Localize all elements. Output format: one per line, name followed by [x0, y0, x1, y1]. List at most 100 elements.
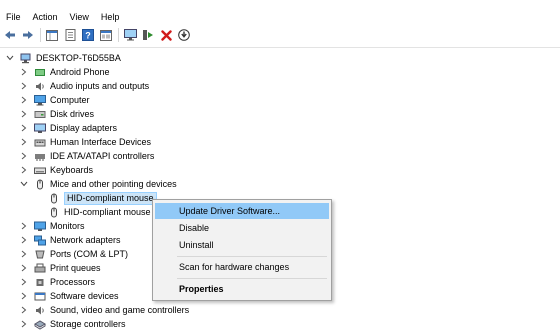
chevron-right-icon[interactable] [20, 110, 28, 118]
chevron-right-icon[interactable] [20, 320, 28, 328]
tree-item-label: Processors [50, 277, 96, 287]
update-driver-download-icon[interactable] [177, 28, 191, 42]
menu-bar: File Action View Help [0, 8, 560, 26]
monitor-icon [34, 221, 46, 232]
context-menu: Update Driver Software... Disable Uninst… [152, 199, 332, 301]
tree-item-selected[interactable]: HID-compliant mouse [48, 191, 157, 205]
keyboard-icon [34, 165, 46, 176]
mouse-icon [48, 193, 60, 204]
processor-icon [34, 277, 46, 288]
tree-item-label: Human Interface Devices [50, 137, 152, 147]
chevron-right-icon[interactable] [20, 250, 28, 258]
tree-root[interactable]: DESKTOP-T6D55BA [6, 51, 121, 65]
tree-item[interactable]: Network adapters [20, 233, 121, 247]
tree-item-label: Sound, video and game controllers [50, 305, 190, 315]
tree-item-expanded[interactable]: Mice and other pointing devices [20, 177, 177, 191]
tree-item[interactable]: HID-compliant mouse [48, 205, 151, 219]
title-bar [0, 0, 560, 4]
toolbar: ? [0, 25, 560, 45]
tree-item-label: Monitors [50, 221, 85, 231]
menu-action[interactable]: Action [27, 8, 64, 26]
chevron-right-icon[interactable] [20, 236, 28, 244]
computer-tower-icon [20, 53, 32, 64]
disk-drive-icon [34, 109, 46, 120]
help-icon[interactable]: ? [81, 28, 95, 42]
tree-item-label: Audio inputs and outputs [50, 81, 150, 91]
tree-item[interactable]: IDE ATA/ATAPI controllers [20, 149, 154, 163]
tree-item-label: Print queues [50, 263, 101, 273]
tree-item-label: Android Phone [50, 67, 110, 77]
network-adapter-icon [34, 235, 46, 246]
tree-item-label: Software devices [50, 291, 119, 301]
tree-item[interactable]: Keyboards [20, 163, 93, 177]
sound-icon [34, 305, 46, 316]
chevron-right-icon[interactable] [20, 306, 28, 314]
toolbar-separator [40, 28, 41, 42]
tree-item[interactable]: Android Phone [20, 65, 110, 79]
ide-controller-icon [34, 151, 46, 162]
computer-icon [34, 94, 46, 106]
chevron-right-icon[interactable] [20, 264, 28, 272]
port-icon [34, 249, 46, 260]
chevron-down-icon[interactable] [20, 180, 28, 188]
tree-item[interactable]: Storage controllers [20, 317, 126, 331]
chevron-right-icon[interactable] [20, 292, 28, 300]
chevron-right-icon[interactable] [20, 138, 28, 146]
tree-item-label: IDE ATA/ATAPI controllers [50, 151, 155, 161]
tree-item-label: Disk drives [50, 109, 95, 119]
tree-item[interactable]: Ports (COM & LPT) [20, 247, 128, 261]
tree-item[interactable]: Processors [20, 275, 95, 289]
android-phone-icon [34, 67, 46, 78]
update-driver-menu-item[interactable]: Update Driver Software... [155, 203, 329, 219]
tree-item-label: Network adapters [50, 235, 121, 245]
menu-help[interactable]: Help [95, 8, 126, 26]
chevron-right-icon[interactable] [20, 166, 28, 174]
tree-item[interactable]: Human Interface Devices [20, 135, 151, 149]
monitor-icon[interactable] [123, 28, 137, 42]
forward-icon[interactable] [21, 28, 35, 42]
menu-separator [177, 256, 327, 257]
chevron-right-icon[interactable] [20, 124, 28, 132]
scan-hardware-menu-item[interactable]: Scan for hardware changes [155, 259, 329, 275]
console-icon[interactable] [99, 28, 113, 42]
tree-item[interactable]: Sound, video and game controllers [20, 303, 189, 317]
menu-view[interactable]: View [64, 8, 95, 26]
tree-item[interactable]: Monitors [20, 219, 85, 233]
menu-separator [177, 278, 327, 279]
tree-item[interactable]: Disk drives [20, 107, 94, 121]
chevron-right-icon[interactable] [20, 222, 28, 230]
chevron-right-icon[interactable] [20, 82, 28, 90]
uninstall-menu-item[interactable]: Uninstall [155, 237, 329, 253]
tree-item-label: Ports (COM & LPT) [50, 249, 129, 259]
document-icon[interactable] [63, 28, 77, 42]
hid-icon [34, 137, 46, 148]
tree-item[interactable]: Display adapters [20, 121, 117, 135]
software-device-icon [34, 291, 46, 302]
properties-menu-item[interactable]: Properties [155, 281, 329, 297]
storage-controller-icon [34, 319, 46, 330]
chevron-right-icon[interactable] [20, 96, 28, 104]
chevron-right-icon[interactable] [20, 278, 28, 286]
menu-file[interactable]: File [0, 8, 27, 26]
svg-text:?: ? [85, 31, 91, 41]
tree-item[interactable]: Software devices [20, 289, 119, 303]
speaker-icon [34, 81, 46, 92]
printer-icon [34, 263, 46, 274]
uninstall-x-icon[interactable] [159, 28, 173, 42]
tree-item-label: Computer [50, 95, 90, 105]
mouse-icon [34, 179, 46, 190]
back-icon[interactable] [3, 28, 17, 42]
tree-item-label: HID-compliant mouse [64, 207, 151, 217]
chevron-right-icon[interactable] [20, 152, 28, 160]
chevron-down-icon[interactable] [6, 54, 14, 62]
display-adapter-icon [34, 123, 46, 134]
tree-item[interactable]: Computer [20, 93, 90, 107]
scan-hardware-icon[interactable] [141, 28, 155, 42]
tree-item-label: Keyboards [50, 165, 94, 175]
tree-item[interactable]: Audio inputs and outputs [20, 79, 149, 93]
tree-item-label: Storage controllers [50, 319, 126, 329]
chevron-right-icon[interactable] [20, 68, 28, 76]
properties-grid-icon[interactable] [45, 28, 59, 42]
disable-menu-item[interactable]: Disable [155, 220, 329, 236]
tree-item[interactable]: Print queues [20, 261, 101, 275]
